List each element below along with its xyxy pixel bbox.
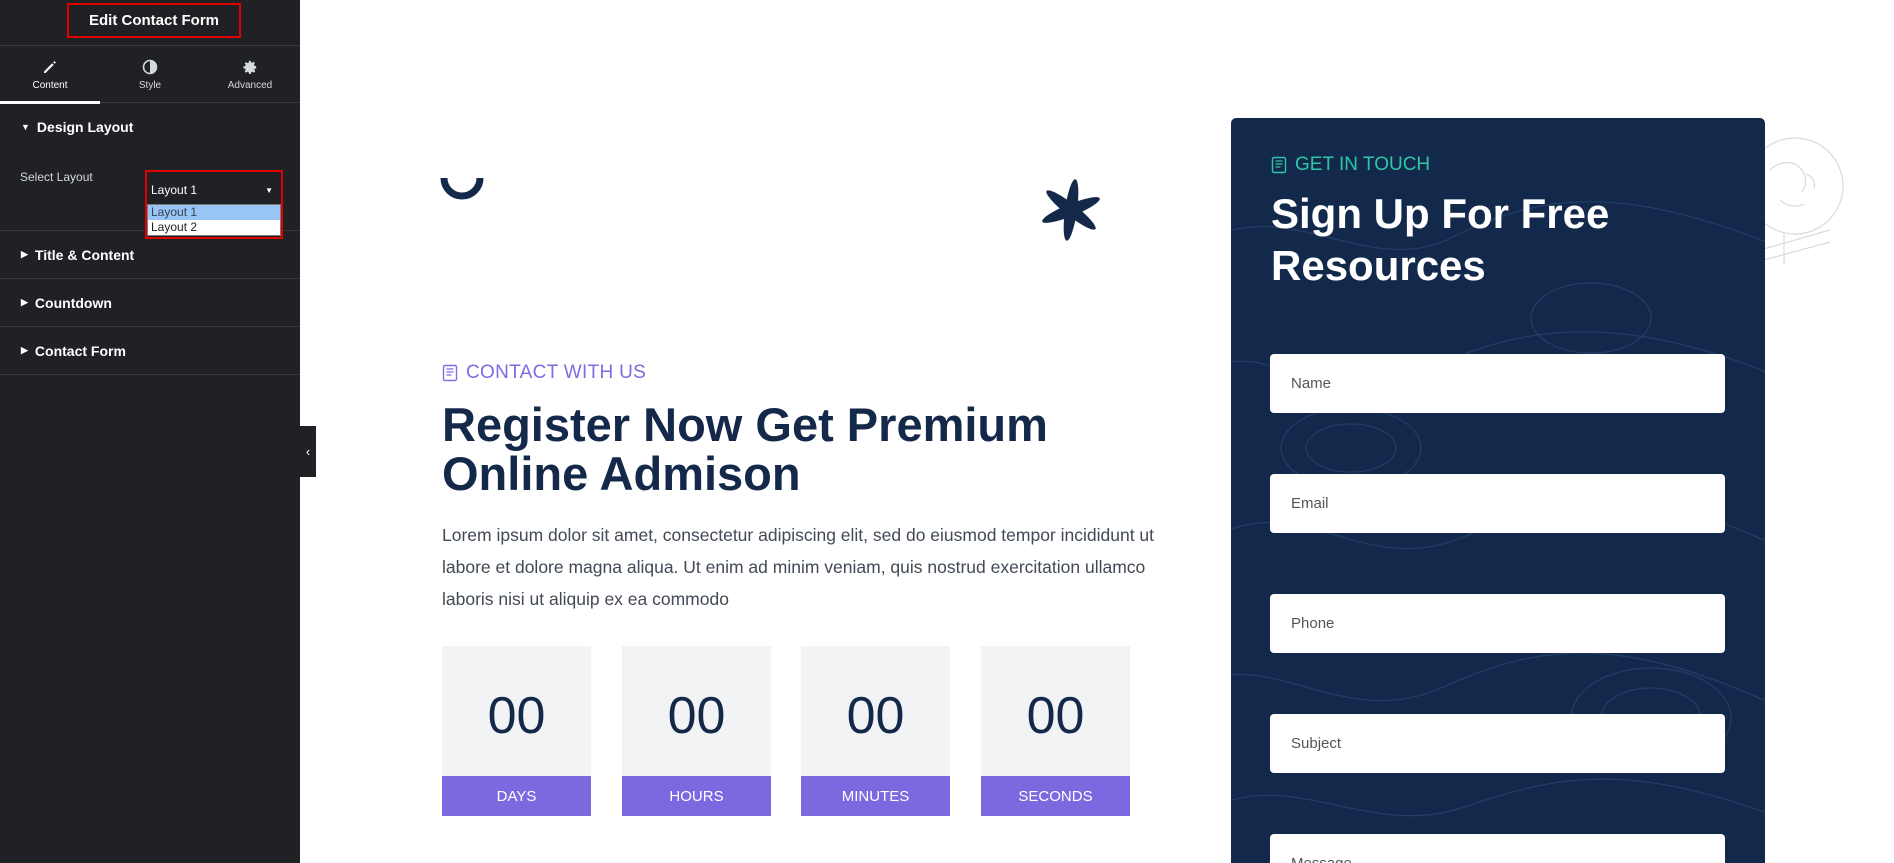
section-title-content-label: Title & Content bbox=[34, 246, 135, 263]
half-circle-icon bbox=[142, 59, 158, 74]
layout-option-1[interactable]: Layout 1 bbox=[148, 205, 280, 220]
countdown-value: 00 bbox=[442, 646, 591, 776]
message-field[interactable] bbox=[1270, 834, 1725, 863]
section-design-layout-label: Design Layout bbox=[36, 118, 134, 135]
section-countdown-header[interactable]: ▶ Countdown bbox=[0, 279, 300, 326]
editor-sidebar: Edit Contact Form Content Style Advanced… bbox=[0, 0, 300, 863]
countdown-value: 00 bbox=[801, 646, 950, 776]
countdown-minutes: 00 MINUTES bbox=[801, 646, 950, 816]
sidebar-header: Edit Contact Form bbox=[0, 0, 300, 46]
section-contact-form-header[interactable]: ▶ Contact Form bbox=[0, 327, 300, 374]
section-contact-form-label: Contact Form bbox=[34, 342, 126, 359]
name-field[interactable] bbox=[1270, 354, 1725, 413]
tab-content[interactable]: Content bbox=[0, 46, 100, 104]
headline: Register Now Get Premium Online Admison bbox=[442, 398, 1048, 500]
countdown-value: 00 bbox=[981, 646, 1130, 776]
tab-advanced-label: Advanced bbox=[227, 79, 273, 91]
chevron-down-icon: ▼ bbox=[265, 186, 273, 195]
countdown-label: HOURS bbox=[622, 776, 771, 816]
tab-style-label: Style bbox=[138, 79, 162, 91]
asterisk-shape-icon bbox=[1042, 179, 1100, 241]
panel-tabs: Content Style Advanced bbox=[0, 46, 300, 104]
collapse-panel-button[interactable]: ‹ bbox=[300, 426, 316, 477]
notebook-icon bbox=[1271, 156, 1287, 174]
description-text: Lorem ipsum dolor sit amet, consectetur … bbox=[442, 525, 1155, 609]
pencil-icon bbox=[44, 60, 56, 73]
layout-select-value: Layout 1 bbox=[151, 183, 198, 197]
form-eyebrow: GET IN TOUCH bbox=[1271, 154, 1430, 176]
form-eyebrow-text: GET IN TOUCH bbox=[1295, 154, 1431, 175]
signup-form-card: GET IN TOUCH Sign Up For Free Resources bbox=[1231, 118, 1765, 863]
phone-field[interactable] bbox=[1270, 594, 1725, 653]
countdown-label: MINUTES bbox=[801, 776, 950, 816]
select-layout-label: Select Layout bbox=[20, 170, 93, 184]
caret-right-icon: ▶ bbox=[21, 345, 28, 355]
subject-field[interactable] bbox=[1270, 714, 1725, 773]
chevron-left-icon: ‹ bbox=[305, 444, 311, 459]
section-contact-form: ▶ Contact Form bbox=[0, 327, 300, 375]
loader-arc-icon bbox=[440, 177, 484, 200]
countdown-days: 00 DAYS bbox=[442, 646, 591, 816]
tab-content-label: Content bbox=[32, 79, 68, 91]
countdown-label: SECONDS bbox=[981, 776, 1130, 816]
contact-eyebrow-text: CONTACT WITH US bbox=[466, 362, 647, 383]
caret-right-icon: ▶ bbox=[21, 297, 28, 307]
layout-select[interactable]: Layout 1 ▼ bbox=[149, 182, 279, 199]
form-title: Sign Up For Free Resources bbox=[1271, 190, 1610, 289]
layout-option-2[interactable]: Layout 2 bbox=[148, 220, 280, 235]
section-countdown: ▶ Countdown bbox=[0, 279, 300, 327]
countdown-value: 00 bbox=[622, 646, 771, 776]
contact-eyebrow: CONTACT WITH US bbox=[442, 362, 646, 384]
countdown-label: DAYS bbox=[442, 776, 591, 816]
countdown-seconds: 00 SECONDS bbox=[981, 646, 1130, 816]
panel-title: Edit Contact Form bbox=[67, 3, 241, 38]
caret-right-icon: ▶ bbox=[21, 249, 28, 259]
section-countdown-label: Countdown bbox=[34, 294, 112, 311]
countdown-hours: 00 HOURS bbox=[622, 646, 771, 816]
notebook-icon bbox=[442, 364, 458, 382]
tab-style[interactable]: Style bbox=[100, 46, 200, 103]
email-field[interactable] bbox=[1270, 474, 1725, 533]
layout-dropdown-list: Layout 1 Layout 2 bbox=[147, 204, 281, 236]
tab-advanced[interactable]: Advanced bbox=[200, 46, 300, 103]
caret-down-icon: ▼ bbox=[21, 121, 30, 132]
section-design-layout-header[interactable]: ▼ Design Layout bbox=[0, 103, 300, 150]
gear-icon bbox=[243, 60, 257, 74]
